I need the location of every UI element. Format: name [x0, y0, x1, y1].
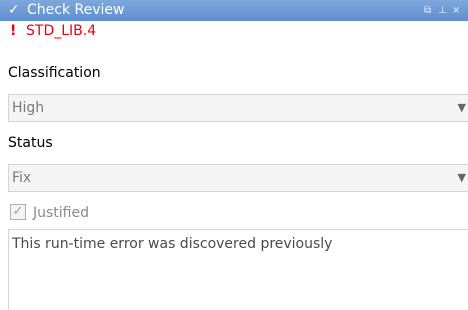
checkmark-icon: ✓ [8, 2, 20, 18]
check-header: ! STD_LIB.4 [0, 21, 468, 42]
status-label: Status [8, 135, 53, 151]
dropdown-arrow-icon: ▼ [457, 101, 466, 114]
justified-checkbox[interactable]: ✓ [10, 204, 26, 220]
status-value: Fix [12, 170, 32, 186]
status-select[interactable]: Fix ▼ [8, 164, 468, 192]
restore-icon[interactable]: ⧉ [424, 0, 431, 21]
check-id: STD_LIB.4 [26, 23, 97, 39]
justified-label: Justified [33, 205, 89, 221]
pushpin-icon: ! [10, 23, 17, 39]
panel-title: Check Review [27, 2, 125, 18]
panel-titlebar: ✓ Check Review ⧉ ⊥ × [0, 0, 468, 21]
comment-text: This run-time error was discovered previ… [12, 236, 333, 252]
classification-select[interactable]: High ▼ [8, 94, 468, 122]
close-icon[interactable]: × [452, 0, 460, 21]
dropdown-arrow-icon: ▼ [457, 171, 466, 184]
classification-label: Classification [8, 65, 101, 81]
comment-textarea[interactable]: This run-time error was discovered previ… [8, 229, 468, 310]
pin-icon[interactable]: ⊥ [438, 0, 447, 21]
classification-value: High [12, 100, 45, 116]
